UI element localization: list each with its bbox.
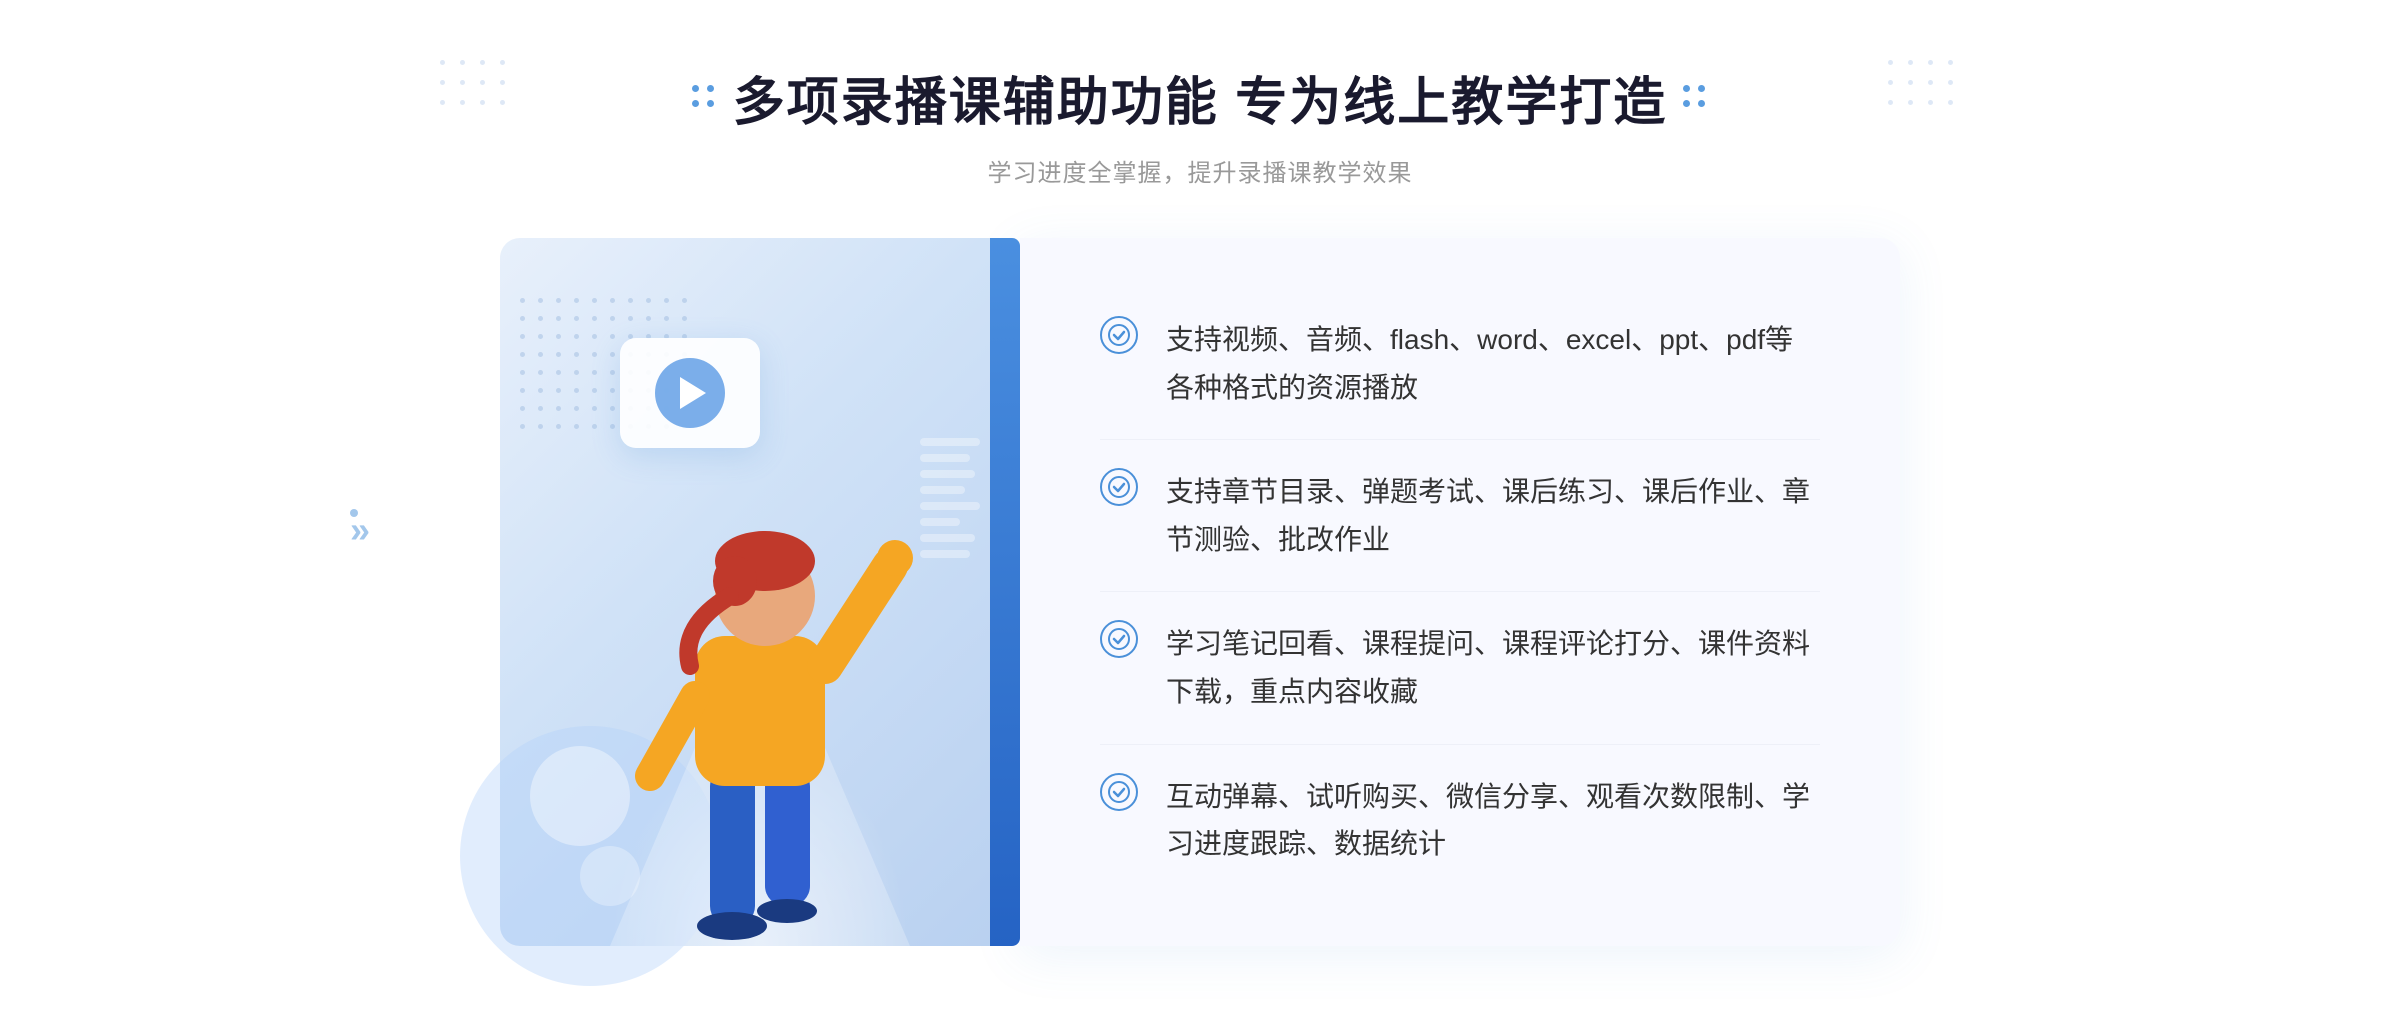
subtitle-text: 学习进度全掌握，提升录播课教学效果 — [692, 153, 1708, 188]
page-chevron-left: » — [350, 509, 382, 517]
illustration-container — [500, 238, 1020, 946]
dots-decoration-top-right — [1888, 60, 1960, 112]
features-panel: 支持视频、音频、flash、word、excel、ppt、pdf等各种格式的资源… — [1020, 238, 1900, 946]
check-icon-3 — [1100, 620, 1138, 658]
feature-text-3: 学习笔记回看、课程提问、课程评论打分、课件资料下载，重点内容收藏 — [1166, 620, 1820, 715]
feature-text-1: 支持视频、音频、flash、word、excel、ppt、pdf等各种格式的资源… — [1166, 316, 1820, 411]
feature-text-2: 支持章节目录、弹题考试、课后练习、课后作业、章节测验、批改作业 — [1166, 468, 1820, 563]
feature-item-3: 学习笔记回看、课程提问、课程评论打分、课件资料下载，重点内容收藏 — [1100, 592, 1820, 744]
play-icon — [680, 377, 706, 409]
play-circle — [655, 358, 725, 428]
header-section: 多项录播课辅助功能 专为线上教学打造 学习进度全掌握，提升录播课教学效果 — [692, 60, 1708, 188]
page-wrapper: 多项录播课辅助功能 专为线上教学打造 学习进度全掌握，提升录播课教学效果 » — [0, 0, 2400, 1026]
content-area: 支持视频、音频、flash、word、excel、ppt、pdf等各种格式的资源… — [500, 238, 1900, 946]
person-illustration — [600, 466, 920, 946]
main-title: 多项录播课辅助功能 专为线上教学打造 — [692, 60, 1708, 135]
feature-item-2: 支持章节目录、弹题考试、课后练习、课后作业、章节测验、批改作业 — [1100, 440, 1820, 592]
title-deco-left — [692, 85, 717, 110]
check-icon-4 — [1100, 773, 1138, 811]
title-text: 多项录播课辅助功能 专为线上教学打造 — [733, 60, 1667, 135]
title-deco-right — [1683, 85, 1708, 110]
check-icon-1 — [1100, 316, 1138, 354]
stripes-decoration — [920, 438, 980, 558]
dots-decoration-top-left — [440, 60, 512, 112]
video-play-bubble — [620, 338, 760, 448]
blue-side-bar — [990, 238, 1020, 946]
feature-text-4: 互动弹幕、试听购买、微信分享、观看次数限制、学习进度跟踪、数据统计 — [1166, 773, 1820, 868]
feature-item-4: 互动弹幕、试听购买、微信分享、观看次数限制、学习进度跟踪、数据统计 — [1100, 745, 1820, 896]
check-icon-2 — [1100, 468, 1138, 506]
feature-item-1: 支持视频、音频、flash、word、excel、ppt、pdf等各种格式的资源… — [1100, 288, 1820, 440]
